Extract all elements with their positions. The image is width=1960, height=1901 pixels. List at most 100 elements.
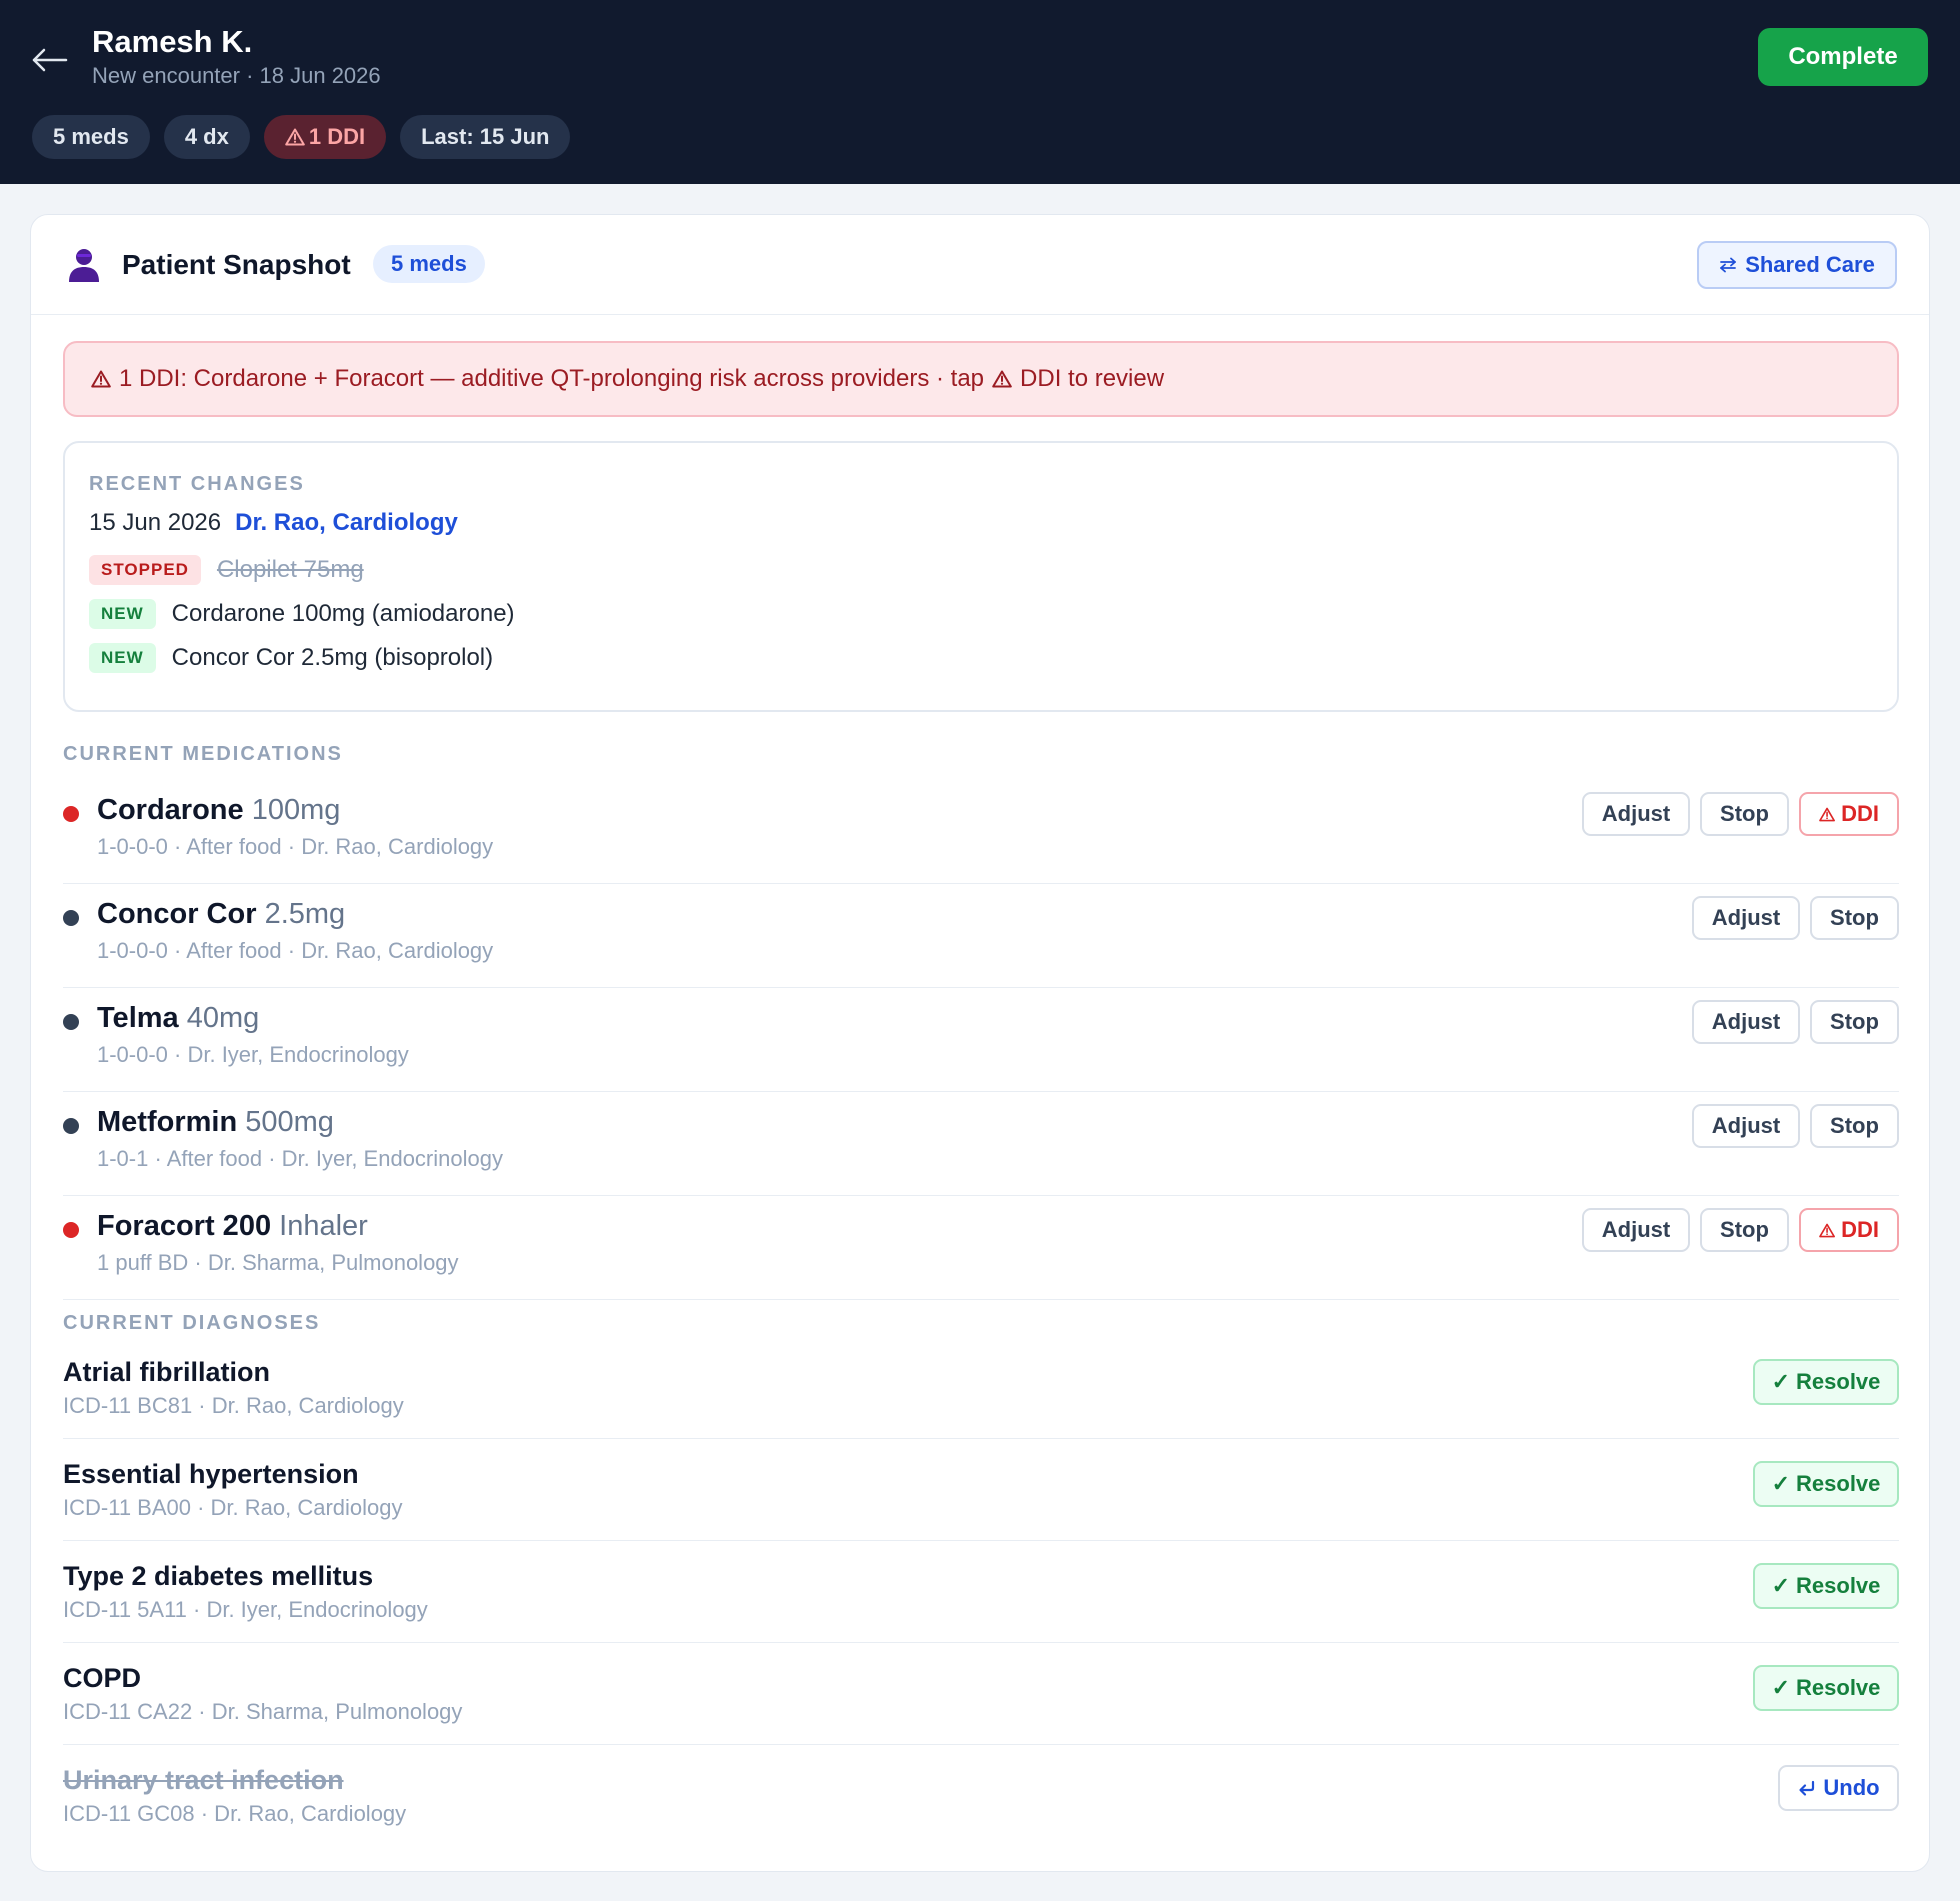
resolve-button[interactable]: ✓ Resolve — [1753, 1665, 1899, 1711]
back-arrow-icon[interactable] — [30, 42, 72, 78]
snapshot-title: Patient Snapshot — [122, 249, 351, 280]
new-tag: NEW — [89, 599, 156, 629]
dx-count-chip[interactable]: 4 dx — [163, 115, 250, 159]
stop-button[interactable]: Stop — [1810, 1104, 1899, 1148]
recent-changes-doctor-link[interactable]: Dr. Rao, Cardiology — [235, 509, 458, 537]
medication-name: Cordarone — [97, 794, 244, 826]
shared-care-button[interactable]: Shared Care — [1697, 241, 1897, 289]
adjust-button[interactable]: Adjust — [1692, 1104, 1800, 1148]
change-text: Clopilet 75mg — [216, 556, 364, 583]
ddi-alert-banner[interactable]: 1 DDI: Cordarone + Foracort — additive Q… — [63, 341, 1899, 417]
diagnosis-name: Urinary tract infection — [63, 1765, 344, 1795]
check-icon: ✓ — [1771, 1675, 1791, 1700]
stop-button[interactable]: Stop — [1810, 1000, 1899, 1044]
resolve-button[interactable]: ✓ Resolve — [1753, 1359, 1899, 1405]
diagnosis-name: Atrial fibrillation — [63, 1357, 271, 1387]
status-dot — [63, 1014, 79, 1030]
meds-count-badge: 5 meds — [373, 245, 485, 283]
change-item: STOPPED Clopilet 75mg — [89, 555, 364, 585]
diagnosis-row: Atrial fibrillation ICD-11 BC81 · Dr. Ra… — [63, 1337, 1899, 1439]
diagnosis-name: Type 2 diabetes mellitus — [63, 1561, 374, 1591]
medication-title: Foracort 200 Inhaler — [97, 1210, 368, 1243]
current-diagnoses-label: Current Diagnoses — [63, 1312, 321, 1334]
ddi-status-dot — [63, 806, 79, 822]
medication-title: Telma 40mg — [97, 1002, 259, 1035]
summary-chips: 5 meds 4 dx 1 DDI Last: 15 Jun — [32, 115, 571, 159]
ddi-button-label: DDI — [1841, 1217, 1879, 1242]
undo-arrow-icon — [1799, 1780, 1815, 1796]
change-item: NEW Cordarone 100mg (amiodarone) — [89, 599, 515, 629]
ddi-button-label: DDI — [1841, 801, 1879, 826]
change-text: Cordarone 100mg (amiodarone) — [171, 600, 515, 627]
adjust-button[interactable]: Adjust — [1582, 792, 1690, 836]
resolve-label: Resolve — [1796, 1675, 1881, 1700]
medication-actions: Adjust Stop — [1692, 1104, 1899, 1148]
status-dot — [63, 1118, 79, 1134]
recent-changes-header: 15 Jun 2026 Dr. Rao, Cardiology — [89, 509, 458, 537]
ddi-button[interactable]: DDI — [1799, 792, 1899, 836]
stop-button[interactable]: Stop — [1810, 896, 1899, 940]
diagnosis-row: Essential hypertension ICD-11 BA00 · Dr.… — [63, 1439, 1899, 1541]
check-icon: ✓ — [1771, 1369, 1791, 1394]
adjust-button[interactable]: Adjust — [1692, 896, 1800, 940]
medication-name: Metformin — [97, 1106, 238, 1138]
diagnosis-row-resolved: Urinary tract infection ICD-11 GC08 · Dr… — [63, 1745, 1899, 1847]
diagnosis-details: ICD-11 BC81 · Dr. Rao, Cardiology — [63, 1393, 404, 1418]
recent-changes-label: Recent Changes — [89, 473, 305, 495]
patient-snapshot-card: Patient Snapshot 5 meds Shared Care 1 DD… — [30, 214, 1930, 1872]
check-icon: ✓ — [1771, 1471, 1791, 1496]
medication-details: 1-0-0-0 · After food · Dr. Rao, Cardiolo… — [97, 834, 494, 859]
medication-actions: Adjust Stop DDI — [1582, 792, 1899, 836]
ddi-alert-text: 1 DDI: Cordarone + Foracort — additive Q… — [119, 365, 985, 392]
medication-row: Cordarone 100mg 1-0-0-0 · After food · D… — [63, 780, 1899, 884]
recent-changes-date: 15 Jun 2026 — [89, 509, 222, 536]
medication-actions: Adjust Stop DDI — [1582, 1208, 1899, 1252]
shared-care-label: Shared Care — [1745, 252, 1875, 277]
adjust-button[interactable]: Adjust — [1692, 1000, 1800, 1044]
diagnosis-details: ICD-11 GC08 · Dr. Rao, Cardiology — [63, 1801, 407, 1826]
snapshot-header: Patient Snapshot 5 meds Shared Care — [31, 215, 1929, 315]
medication-details: 1-0-1 · After food · Dr. Iyer, Endocrino… — [97, 1146, 503, 1171]
ddi-button[interactable]: DDI — [1799, 1208, 1899, 1252]
adjust-button[interactable]: Adjust — [1582, 1208, 1690, 1252]
warning-icon — [1819, 807, 1835, 821]
medication-actions: Adjust Stop — [1692, 896, 1899, 940]
resolve-button[interactable]: ✓ Resolve — [1753, 1563, 1899, 1609]
medication-row: Metformin 500mg 1-0-1 · After food · Dr.… — [63, 1092, 1899, 1196]
medication-row: Foracort 200 Inhaler 1 puff BD · Dr. Sha… — [63, 1196, 1899, 1300]
stop-button[interactable]: Stop — [1700, 1208, 1789, 1252]
medication-details: 1-0-0-0 · Dr. Iyer, Endocrinology — [97, 1042, 409, 1067]
meds-count-chip[interactable]: 5 meds — [32, 115, 150, 159]
diagnosis-row: COPD ICD-11 CA22 · Dr. Sharma, Pulmonolo… — [63, 1643, 1899, 1745]
resolve-button[interactable]: ✓ Resolve — [1753, 1461, 1899, 1507]
resolve-label: Resolve — [1796, 1573, 1881, 1598]
medication-details: 1 puff BD · Dr. Sharma, Pulmonology — [97, 1250, 459, 1275]
check-icon: ✓ — [1771, 1573, 1791, 1598]
warning-icon — [1819, 1223, 1835, 1237]
medication-name: Telma — [97, 1002, 179, 1034]
medication-dose: 2.5mg — [264, 898, 346, 930]
warning-icon — [91, 370, 111, 388]
ddi-chip-label: 1 DDI — [308, 124, 366, 149]
medication-actions: Adjust Stop — [1692, 1000, 1899, 1044]
encounter-header: Ramesh K. New encounter · 18 Jun 2026 Co… — [0, 0, 1960, 184]
last-visit-chip[interactable]: Last: 15 Jun — [400, 115, 571, 159]
diagnosis-details: ICD-11 5A11 · Dr. Iyer, Endocrinology — [63, 1597, 428, 1622]
complete-button[interactable]: Complete — [1758, 28, 1928, 86]
ddi-chip[interactable]: 1 DDI — [263, 115, 387, 159]
medication-dose: 100mg — [251, 794, 341, 826]
ddi-alert-suffix: DDI to review — [1020, 365, 1165, 392]
diagnosis-details: ICD-11 CA22 · Dr. Sharma, Pulmonology — [63, 1699, 463, 1724]
medication-dose: 500mg — [245, 1106, 334, 1138]
resolve-label: Resolve — [1796, 1471, 1881, 1496]
status-dot — [63, 910, 79, 926]
medication-title: Cordarone 100mg — [97, 794, 340, 827]
undo-button[interactable]: Undo — [1778, 1765, 1899, 1811]
medication-details: 1-0-0-0 · After food · Dr. Rao, Cardiolo… — [97, 938, 494, 963]
swap-icon — [1720, 257, 1737, 273]
recent-changes-panel: Recent Changes 15 Jun 2026 Dr. Rao, Card… — [63, 441, 1899, 712]
diagnosis-details: ICD-11 BA00 · Dr. Rao, Cardiology — [63, 1495, 403, 1520]
new-tag: NEW — [89, 643, 156, 673]
stop-button[interactable]: Stop — [1700, 792, 1789, 836]
warning-icon — [992, 370, 1012, 388]
